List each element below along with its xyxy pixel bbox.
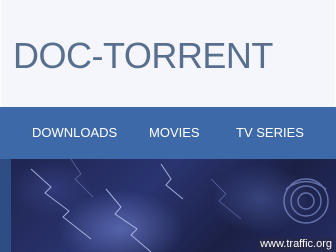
spiral-ornament (283, 178, 329, 224)
hero-banner[interactable]: www.traffic.org (0, 159, 336, 252)
nav-item-movies[interactable]: MOVIES (149, 107, 200, 159)
site-header: DOC-TORRENT (0, 0, 336, 107)
lightning-bolt (210, 178, 242, 220)
nav-item-downloads[interactable]: DOWNLOADS (32, 107, 117, 159)
main-nav: DOWNLOADS MOVIES TV SERIES (0, 107, 336, 159)
lightning-bolt (70, 159, 94, 198)
lightning-bolt (30, 168, 92, 240)
lightning-bolt (105, 188, 152, 252)
hero-left-edge (0, 159, 11, 252)
page: DOC-TORRENT DOWNLOADS MOVIES TV SERIES w… (0, 0, 336, 252)
nav-item-tv-series[interactable]: TV SERIES (236, 107, 304, 159)
lightning-bolt (160, 163, 184, 200)
site-title[interactable]: DOC-TORRENT (13, 36, 273, 76)
watermark: www.traffic.org (258, 238, 334, 251)
